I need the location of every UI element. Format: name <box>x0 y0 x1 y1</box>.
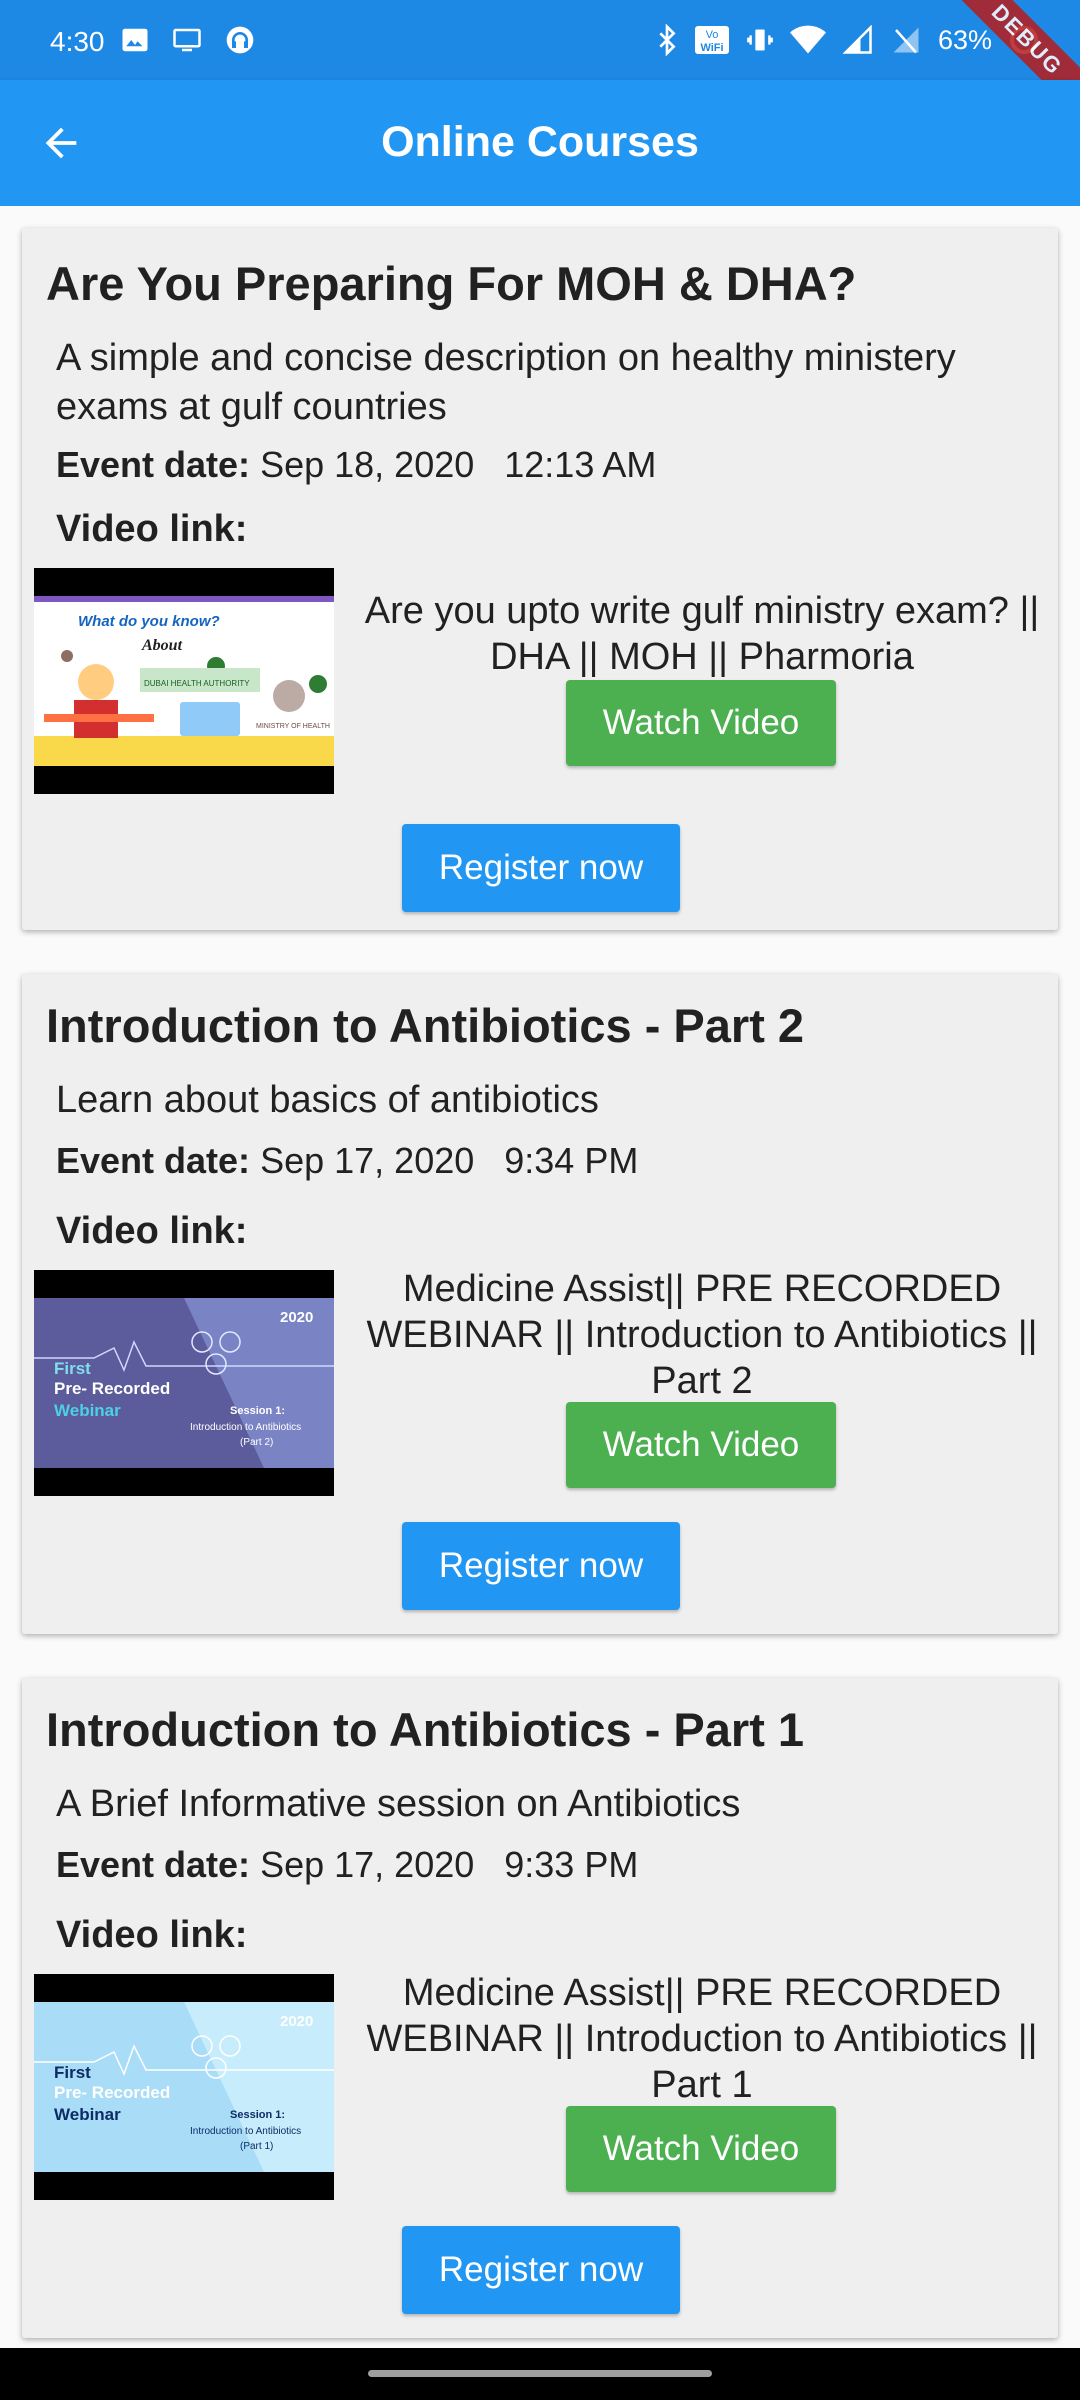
course-list[interactable]: Are You Preparing For MOH & DHA? A simpl… <box>0 206 1080 2348</box>
thumbnail-line2: Pre- Recorded <box>54 2083 170 2102</box>
event-date-label: Event date: <box>56 1140 251 1181</box>
thumbnail-line2: Pre- Recorded <box>54 1379 170 1398</box>
video-thumbnail-image: 2020 First Pre- Recorded Webinar Session… <box>34 1298 334 1468</box>
thumbnail-session: Session 1: <box>230 2109 285 2121</box>
register-now-button[interactable]: Register now <box>402 2226 680 2314</box>
video-thumbnail[interactable]: What do you know? About DUBAI HEALTH AUT… <box>34 568 334 794</box>
vibrate-icon <box>747 29 773 51</box>
vowifi-icon: VoWiFi <box>694 26 729 54</box>
course-title: Introduction to Antibiotics - Part 1 <box>46 1703 805 1756</box>
thumbnail-line1: First <box>54 1359 91 1378</box>
status-time: 4:30 <box>50 26 105 57</box>
course-card: Introduction to Antibiotics - Part 1 A B… <box>22 1678 1058 2338</box>
thumbnail-topic: Introduction to Antibiotics <box>190 2126 301 2137</box>
watch-video-button[interactable]: Watch Video <box>566 2106 836 2192</box>
svg-text:Vo: Vo <box>706 29 719 41</box>
bluetooth-icon <box>659 24 676 56</box>
thumbnail-authority: DUBAI HEALTH AUTHORITY <box>144 679 250 688</box>
video-link-label: Video link: <box>56 508 248 550</box>
course-description: A Brief Informative session on Antibioti… <box>56 1783 741 1825</box>
event-date-label: Event date: <box>56 1844 251 1885</box>
system-navigation-bar <box>0 2348 1080 2400</box>
event-date: Event date: Sep 17, 2020 9:33 PM <box>56 1844 638 1886</box>
status-bar: 4:30 Vo WiFi 63% DEBUG <box>0 0 1080 127</box>
thumbnail-line2: About <box>141 637 183 654</box>
event-date-value: Sep 17, 2020 9:34 PM <box>260 1140 639 1181</box>
video-title: Medicine Assist|| PRE RECORDED WEBINAR |… <box>366 1972 1038 2106</box>
signal-icon <box>842 25 872 54</box>
course-card: Introduction to Antibiotics - Part 2 Lea… <box>22 974 1058 1634</box>
course-title: Are You Preparing For MOH & DHA? <box>46 257 857 310</box>
event-date: Event date: Sep 17, 2020 9:34 PM <box>56 1140 638 1182</box>
signal-off-icon <box>893 27 919 54</box>
register-now-button[interactable]: Register now <box>402 824 680 912</box>
course-title: Introduction to Antibiotics - Part 2 <box>46 999 805 1052</box>
thumbnail-year: 2020 <box>280 2013 313 2030</box>
event-date-value: Sep 17, 2020 9:33 PM <box>260 1844 639 1885</box>
register-now-button[interactable]: Register now <box>402 1522 680 1610</box>
thumbnail-line1: What do you know? <box>78 613 220 630</box>
video-link-label: Video link: <box>56 1914 248 1956</box>
course-description: Learn about basics of antibiotics <box>56 1079 599 1121</box>
image-icon <box>122 28 148 52</box>
event-date: Event date: Sep 18, 2020 12:13 AM <box>56 444 656 486</box>
thumbnail-line3: Webinar <box>54 2105 121 2124</box>
cast-icon <box>173 28 201 52</box>
thumbnail-session: Session 1: <box>230 1405 285 1417</box>
home-gesture-handle[interactable] <box>368 2370 712 2377</box>
thumbnail-ministry: MINISTRY OF HEALTH <box>256 723 330 730</box>
notification-icons <box>120 24 256 56</box>
watch-video-button[interactable]: Watch Video <box>566 1402 836 1488</box>
thumbnail-topic: Introduction to Antibiotics <box>190 1422 301 1433</box>
video-thumbnail-image: 2020 First Pre- Recorded Webinar Session… <box>34 2002 334 2172</box>
battery-percent: 63% <box>937 24 992 55</box>
event-date-label: Event date: <box>56 444 251 485</box>
video-link-label: Video link: <box>56 1210 248 1252</box>
video-thumbnail[interactable]: 2020 First Pre- Recorded Webinar Session… <box>34 1974 334 2200</box>
course-description: A simple and concise description on heal… <box>56 337 956 428</box>
system-icons: Vo WiFi 63% <box>656 24 1040 56</box>
thumbnail-line3: Webinar <box>54 1401 121 1420</box>
thumbnail-part: (Part 1) <box>240 2141 273 2152</box>
headset-icon <box>226 26 254 54</box>
event-date-value: Sep 18, 2020 12:13 AM <box>260 444 657 485</box>
video-thumbnail[interactable]: 2020 First Pre- Recorded Webinar Session… <box>34 1270 334 1496</box>
page-title: Online Courses <box>381 118 699 166</box>
video-thumbnail-image: What do you know? About DUBAI HEALTH AUT… <box>34 596 334 766</box>
video-title: Are you upto write gulf ministry exam? |… <box>364 590 1040 678</box>
thumbnail-line1: First <box>54 2063 91 2082</box>
wifi-icon <box>789 25 826 54</box>
thumbnail-part: (Part 2) <box>240 1437 273 1448</box>
video-title: Medicine Assist|| PRE RECORDED WEBINAR |… <box>366 1268 1038 1402</box>
app-bar: Online Courses <box>0 80 1080 206</box>
watch-video-button[interactable]: Watch Video <box>566 680 836 766</box>
course-card: Are You Preparing For MOH & DHA? A simpl… <box>22 228 1058 930</box>
thumbnail-year: 2020 <box>280 1309 313 1326</box>
svg-text:WiFi: WiFi <box>700 42 723 54</box>
